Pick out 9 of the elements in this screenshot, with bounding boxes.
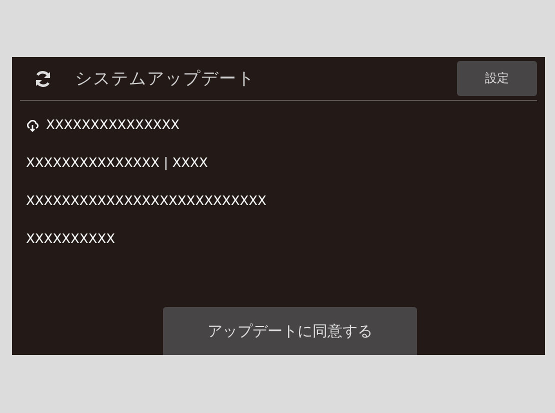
refresh-icon[interactable] [34, 70, 52, 88]
info-text: XXXXXXXXXXXXXXXXXXXXXXXXXXX [26, 194, 266, 209]
agree-button[interactable]: アップデートに同意する [163, 307, 417, 355]
cloud-download-icon [26, 120, 39, 132]
info-text: XXXXXXXXXX [26, 232, 116, 247]
settings-button[interactable]: 設定 [457, 61, 537, 96]
info-text: XXXXXXXXXXXXXXX | XXXX [26, 156, 208, 171]
header-title: システムアップデート [75, 68, 256, 90]
info-text: XXXXXXXXXXXXXXX [46, 118, 180, 133]
